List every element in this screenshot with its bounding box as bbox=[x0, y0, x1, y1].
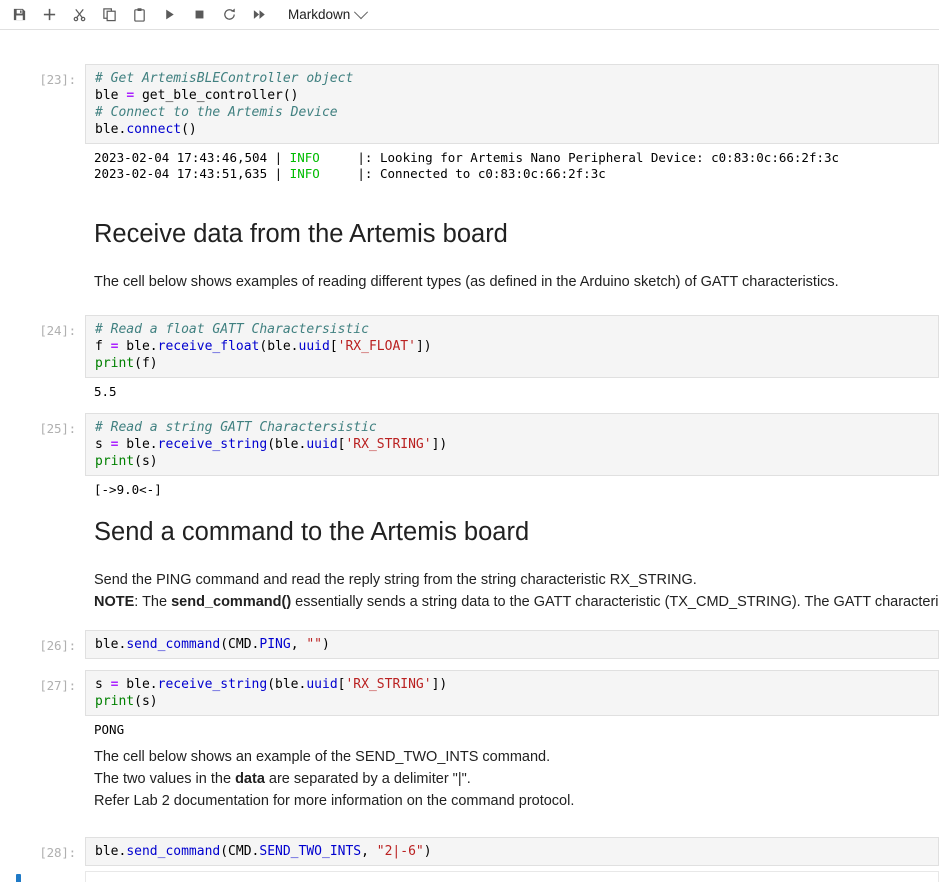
cell-prompt-label: [28]: bbox=[39, 845, 76, 860]
copy-icon bbox=[102, 7, 117, 22]
cell-type-label: Markdown bbox=[288, 7, 351, 22]
section-heading: Send a command to the Artemis board bbox=[94, 518, 530, 546]
restart-circular-arrow-icon bbox=[222, 7, 237, 22]
cell-selection-bar bbox=[16, 874, 21, 882]
notebook-toolbar: Markdown bbox=[0, 0, 939, 30]
save-icon bbox=[12, 7, 27, 22]
code-editor[interactable]: ble.send_command(CMD.PING, "") bbox=[85, 630, 939, 659]
cell-output: 5.5 bbox=[85, 378, 939, 406]
output-line: PONG bbox=[94, 722, 125, 737]
restart-run-all-button[interactable] bbox=[245, 3, 273, 27]
cell-content: ble.send_command(CMD.SEND_TWO_INTS, "2|-… bbox=[85, 837, 939, 866]
clipboard-icon bbox=[132, 7, 147, 22]
cut-cell-button[interactable] bbox=[65, 3, 93, 27]
code-line: f = ble.receive_float(ble.uuid['RX_FLOAT… bbox=[95, 339, 432, 354]
paragraph-line-3: Refer Lab 2 documentation for more infor… bbox=[94, 793, 575, 809]
code-editor[interactable]: # Read a string GATT Charactersistic s = … bbox=[85, 413, 939, 476]
code-line: # Read a string GATT Charactersistic bbox=[95, 420, 377, 435]
cell-prompt-label: [24]: bbox=[39, 323, 76, 338]
code-line: # Read a float GATT Charactersistic bbox=[95, 322, 369, 337]
note-label: NOTE bbox=[94, 594, 135, 610]
cell-prompt-label: [23]: bbox=[39, 72, 76, 87]
paragraph: The cell below shows examples of reading… bbox=[94, 274, 839, 290]
scissors-icon bbox=[72, 7, 87, 22]
save-button[interactable] bbox=[5, 3, 33, 27]
cell-output: 2023-02-04 17:43:46,504 | INFO |: Lookin… bbox=[85, 144, 939, 188]
plus-icon bbox=[42, 7, 57, 22]
code-cell[interactable]: [26]: ble.send_command(CMD.PING, "") bbox=[0, 630, 939, 659]
note-paragraph: NOTE: The send_command() essentially sen… bbox=[94, 594, 939, 610]
code-line: print(f) bbox=[95, 356, 158, 371]
cell-content: Send a command to the Artemis board Send … bbox=[85, 513, 939, 615]
cell-prompt-label bbox=[0, 215, 85, 223]
cell-content: # Read a string GATT Charactersistic s = … bbox=[85, 413, 939, 504]
code-line: ble.connect() bbox=[95, 122, 197, 137]
cell-type-select[interactable]: Markdown bbox=[284, 3, 370, 27]
cell-prompt-label: [27]: bbox=[39, 678, 76, 693]
markdown-cell[interactable]: The Artemis board should print the two i… bbox=[0, 871, 939, 882]
cell-output: [->9.0<-] bbox=[85, 476, 939, 504]
cell-content: # Get ArtemisBLEController object ble = g… bbox=[85, 64, 939, 188]
markdown-rendered[interactable]: The Artemis board should print the two i… bbox=[85, 871, 939, 882]
output-line: 2023-02-04 17:43:46,504 | INFO |: Lookin… bbox=[94, 150, 840, 165]
code-editor[interactable]: s = ble.receive_string(ble.uuid['RX_STRI… bbox=[85, 670, 939, 716]
paste-cell-button[interactable] bbox=[125, 3, 153, 27]
stop-square-icon bbox=[192, 7, 207, 22]
code-line: # Get ArtemisBLEController object bbox=[95, 71, 354, 86]
cell-content: s = ble.receive_string(ble.uuid['RX_STRI… bbox=[85, 670, 939, 744]
cell-content: # Read a float GATT Charactersistic f = b… bbox=[85, 315, 939, 406]
markdown-cell[interactable]: Receive data from the Artemis board The c… bbox=[0, 215, 939, 295]
code-line: # Connect to the Artemis Device bbox=[95, 105, 338, 120]
code-line: s = ble.receive_string(ble.uuid['RX_STRI… bbox=[95, 677, 448, 692]
code-line: ble = get_ble_controller() bbox=[95, 88, 299, 103]
code-cell[interactable]: [28]: ble.send_command(CMD.SEND_TWO_INTS,… bbox=[0, 837, 939, 866]
code-line: print(s) bbox=[95, 454, 158, 469]
markdown-cell[interactable]: Send a command to the Artemis board Send … bbox=[0, 513, 939, 615]
code-line: s = ble.receive_string(ble.uuid['RX_STRI… bbox=[95, 437, 448, 452]
copy-cell-button[interactable] bbox=[95, 3, 123, 27]
code-editor[interactable]: # Get ArtemisBLEController object ble = g… bbox=[85, 64, 939, 144]
cell-content: The Artemis board should print the two i… bbox=[85, 871, 939, 882]
code-cell[interactable]: [23]: # Get ArtemisBLEController object bl… bbox=[0, 64, 939, 188]
add-cell-button[interactable] bbox=[35, 3, 63, 27]
restart-kernel-button[interactable] bbox=[215, 3, 243, 27]
cell-prompt-label bbox=[0, 744, 85, 752]
code-cell[interactable]: [24]: # Read a float GATT Charactersistic… bbox=[0, 315, 939, 406]
notebook-body: [23]: # Get ArtemisBLEController object bl… bbox=[0, 30, 939, 882]
code-editor[interactable]: ble.send_command(CMD.SEND_TWO_INTS, "2|-… bbox=[85, 837, 939, 866]
markdown-rendered[interactable]: Send a command to the Artemis board Send … bbox=[85, 513, 939, 615]
run-cell-button[interactable] bbox=[155, 3, 183, 27]
markdown-rendered[interactable]: The cell below shows an example of the S… bbox=[85, 744, 939, 814]
paragraph: Send the PING command and read the reply… bbox=[94, 572, 697, 588]
inline-bold: data bbox=[235, 771, 265, 787]
interrupt-kernel-button[interactable] bbox=[185, 3, 213, 27]
output-line: [->9.0<-] bbox=[94, 482, 162, 497]
note-code: send_command() bbox=[171, 594, 292, 610]
markdown-cell[interactable]: The cell below shows an example of the S… bbox=[0, 744, 939, 814]
cell-prompt-label: [25]: bbox=[39, 421, 76, 436]
fast-forward-icon bbox=[252, 7, 267, 22]
chevron-down-icon bbox=[354, 4, 369, 19]
cell-output: PONG bbox=[85, 716, 939, 744]
section-heading: Receive data from the Artemis board bbox=[94, 220, 508, 248]
code-line: ble.send_command(CMD.SEND_TWO_INTS, "2|-… bbox=[95, 844, 432, 859]
markdown-rendered[interactable]: Receive data from the Artemis board The c… bbox=[85, 215, 939, 295]
code-cell[interactable]: [25]: # Read a string GATT Charactersisti… bbox=[0, 413, 939, 504]
cell-prompt-label bbox=[0, 871, 85, 879]
output-line: 2023-02-04 17:43:51,635 | INFO |: Connec… bbox=[94, 166, 606, 181]
cell-content: ble.send_command(CMD.PING, "") bbox=[85, 630, 939, 659]
play-icon bbox=[162, 7, 177, 22]
code-editor[interactable]: # Read a float GATT Charactersistic f = b… bbox=[85, 315, 939, 378]
output-line: 5.5 bbox=[94, 384, 117, 399]
code-cell[interactable]: [27]: s = ble.receive_string(ble.uuid['RX… bbox=[0, 670, 939, 744]
cell-prompt-label: [26]: bbox=[39, 638, 76, 653]
code-line: ble.send_command(CMD.PING, "") bbox=[95, 637, 330, 652]
code-line: print(s) bbox=[95, 694, 158, 709]
paragraph-line-2: The two values in the data are separated… bbox=[94, 771, 471, 787]
paragraph-line-1: The cell below shows an example of the S… bbox=[94, 749, 551, 765]
cell-content: The cell below shows an example of the S… bbox=[85, 744, 939, 814]
cell-content: Receive data from the Artemis board The c… bbox=[85, 215, 939, 295]
cell-prompt-label bbox=[0, 513, 85, 521]
